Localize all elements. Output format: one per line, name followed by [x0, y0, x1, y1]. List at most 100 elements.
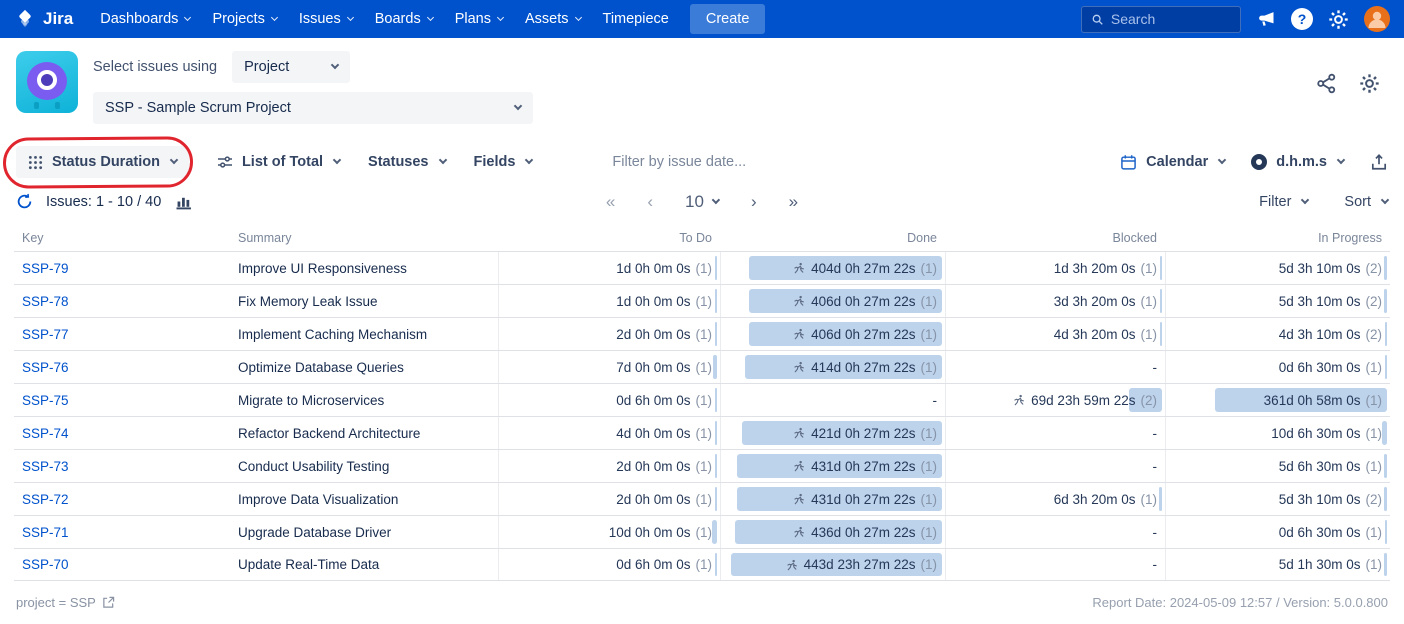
nav-menu-plans[interactable]: Plans — [444, 3, 514, 35]
issue-key-link[interactable]: SSP-76 — [22, 360, 69, 375]
issue-summary: Upgrade Database Driver — [230, 516, 498, 548]
export-button[interactable] — [1370, 153, 1388, 171]
jira-logo[interactable]: Jira — [14, 8, 73, 30]
project-dropdown[interactable]: SSP - Sample Scrum Project — [93, 92, 533, 124]
help-button[interactable]: ? — [1291, 8, 1313, 30]
done-duration-cell: 414d 0h 27m 22s (1) — [720, 351, 945, 383]
done-duration-cell: - — [720, 384, 945, 416]
duration-count: (1) — [921, 525, 938, 540]
jql-text: project = SSP — [16, 595, 96, 610]
issue-key-link[interactable]: SSP-78 — [22, 294, 69, 309]
duration-bar — [715, 289, 717, 313]
duration-value: 1d 3h 20m 0s (1) — [1054, 261, 1157, 276]
refresh-button[interactable] — [16, 193, 33, 210]
sliders-icon — [217, 154, 233, 170]
gear-icon — [1328, 9, 1349, 30]
duration-value: 10d 6h 30m 0s (1) — [1271, 426, 1382, 441]
table-row: SSP-72 Improve Data Visualization 2d 0h … — [14, 482, 1390, 515]
nav-menu-dashboards[interactable]: Dashboards — [89, 3, 201, 35]
column-header-done: Done — [720, 231, 945, 245]
gear-icon — [1359, 73, 1380, 94]
duration-text: 4d 3h 10m 0s — [1279, 327, 1361, 342]
time-format-dropdown[interactable]: d.h.m.s — [1251, 154, 1344, 170]
duration-count: (1) — [921, 492, 938, 507]
filter-dropdown[interactable]: Filter — [1259, 194, 1308, 210]
issue-key-link[interactable]: SSP-71 — [22, 525, 69, 540]
issue-date-filter-input[interactable] — [612, 154, 822, 170]
inprogress-duration-cell: 0d 6h 30m 0s (1) — [1165, 351, 1390, 383]
inprogress-duration-cell: 0d 6h 30m 0s (1) — [1165, 516, 1390, 548]
duration-count: (1) — [696, 557, 713, 572]
chevron-down-icon — [525, 156, 533, 164]
duration-text: - — [1153, 557, 1158, 572]
issue-key-link[interactable]: SSP-77 — [22, 327, 69, 342]
runner-icon — [793, 526, 805, 538]
issue-key-link[interactable]: SSP-70 — [22, 557, 69, 572]
nav-menu-boards[interactable]: Boards — [364, 3, 444, 35]
duration-count: (2) — [1366, 261, 1383, 276]
jql-link[interactable]: project = SSP — [16, 595, 115, 610]
last-page-button[interactable]: » — [789, 193, 798, 210]
blocked-duration-cell: - — [945, 450, 1165, 482]
nav-menu-issues[interactable]: Issues — [288, 3, 364, 35]
calendar-dropdown[interactable]: Calendar — [1120, 154, 1225, 171]
report-type-dropdown[interactable]: Status Duration — [16, 146, 189, 178]
nav-menu-projects[interactable]: Projects — [201, 3, 287, 35]
issue-source-mode-dropdown[interactable]: Project — [232, 51, 350, 83]
table-row: SSP-70 Update Real-Time Data 0d 6h 0m 0s… — [14, 548, 1390, 581]
list-type-dropdown[interactable]: List of Total — [217, 154, 340, 170]
runner-icon — [793, 328, 805, 340]
fields-dropdown[interactable]: Fields — [474, 154, 533, 170]
navbar-right: ? — [1081, 6, 1390, 33]
duration-text: 436d 0h 27m 22s — [811, 525, 915, 540]
duration-text: 6d 3h 20m 0s — [1054, 492, 1136, 507]
report-settings-button[interactable] — [1359, 73, 1380, 94]
issue-summary: Conduct Usability Testing — [230, 450, 498, 482]
next-page-button[interactable]: › — [751, 193, 757, 210]
duration-text: - — [933, 393, 938, 408]
user-avatar[interactable] — [1364, 6, 1390, 32]
todo-duration-cell: 7d 0h 0m 0s (1) — [498, 351, 720, 383]
prev-page-button[interactable]: ‹ — [647, 193, 653, 210]
duration-text: - — [1153, 360, 1158, 375]
chevron-down-icon — [331, 61, 339, 69]
settings-button[interactable] — [1328, 9, 1349, 30]
issue-key-link[interactable]: SSP-72 — [22, 492, 69, 507]
statuses-label: Statuses — [368, 154, 428, 170]
sort-dropdown[interactable]: Sort — [1344, 194, 1388, 210]
issues-table-body: SSP-79 Improve UI Responsiveness 1d 0h 0… — [14, 251, 1390, 581]
issue-key-link[interactable]: SSP-75 — [22, 393, 69, 408]
blocked-duration-cell: 6d 3h 20m 0s (1) — [945, 483, 1165, 515]
nav-menu-timepiece[interactable]: Timepiece — [592, 3, 680, 35]
issue-key-link[interactable]: SSP-79 — [22, 261, 69, 276]
issue-key-link[interactable]: SSP-74 — [22, 426, 69, 441]
nav-menu-assets[interactable]: Assets — [514, 3, 592, 35]
duration-count: (1) — [1366, 426, 1383, 441]
page-size-dropdown[interactable]: 10 — [685, 193, 719, 210]
duration-value: 443d 23h 27m 22s (1) — [786, 557, 937, 572]
duration-value: 0d 6h 30m 0s (1) — [1279, 525, 1382, 540]
duration-count: (1) — [1366, 360, 1383, 375]
duration-value: 2d 0h 0m 0s (1) — [616, 492, 712, 507]
header-actions — [1316, 51, 1388, 94]
duration-count: (1) — [921, 426, 938, 441]
search-input[interactable] — [1111, 11, 1231, 27]
first-page-button[interactable]: « — [606, 193, 615, 210]
issues-table: KeySummaryTo DoDoneBlockedIn Progress SS… — [14, 223, 1390, 581]
calendar-label: Calendar — [1146, 154, 1208, 170]
announcements-button[interactable] — [1256, 9, 1276, 29]
navbar-search — [1081, 6, 1241, 33]
duration-count: (1) — [1141, 294, 1158, 309]
runner-icon — [793, 493, 805, 505]
duration-text: 5d 1h 30m 0s — [1279, 557, 1361, 572]
create-button[interactable]: Create — [690, 4, 766, 34]
top-navbar: Jira DashboardsProjectsIssuesBoardsPlans… — [0, 0, 1404, 38]
runner-icon — [793, 295, 805, 307]
issue-summary: Improve Data Visualization — [230, 483, 498, 515]
statuses-dropdown[interactable]: Statuses — [368, 154, 445, 170]
issue-summary: Migrate to Microservices — [230, 384, 498, 416]
chart-view-button[interactable] — [174, 192, 196, 211]
issue-key-link[interactable]: SSP-73 — [22, 459, 69, 474]
app-logo-pupil — [37, 70, 57, 90]
share-button[interactable] — [1316, 73, 1337, 94]
